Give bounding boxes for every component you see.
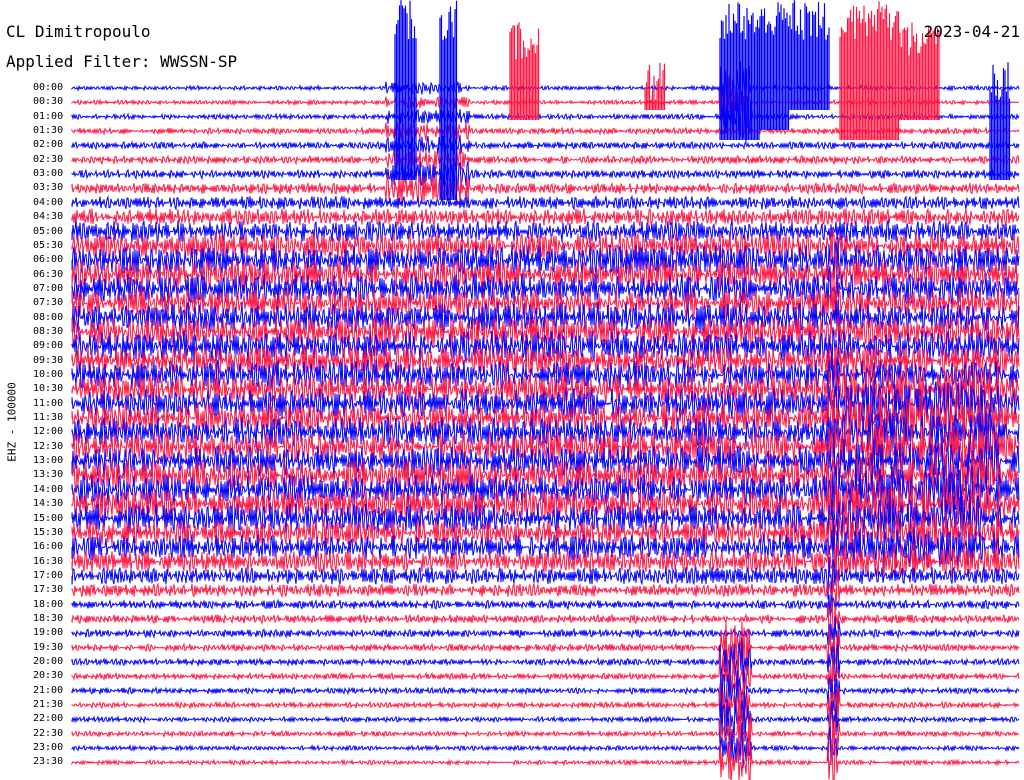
trace-2030 — [71, 650, 1020, 704]
tick-label-1100: 11:00 — [33, 397, 64, 409]
tick-label-1430: 14:30 — [33, 498, 64, 510]
tick-label-1300: 13:00 — [33, 455, 64, 467]
tick-label-1730: 17:30 — [33, 584, 64, 596]
tick-label-1630: 16:30 — [33, 555, 64, 567]
tick-label-0030: 00:30 — [33, 96, 64, 108]
tick-label-1830: 18:30 — [33, 612, 64, 624]
tick-label-0700: 07:00 — [33, 282, 64, 294]
tick-label-0530: 05:30 — [33, 239, 64, 251]
tick-label-1030: 10:30 — [33, 383, 64, 395]
tick-label-0400: 04:00 — [33, 196, 64, 208]
tick-label-0730: 07:30 — [33, 297, 64, 309]
tick-label-1530: 15:30 — [33, 526, 64, 538]
tick-label-2200: 22:00 — [33, 713, 64, 725]
tick-label-0100: 01:00 — [33, 110, 64, 122]
tick-label-1330: 13:30 — [33, 469, 64, 481]
tick-label-1930: 19:30 — [33, 641, 64, 653]
trace-1800 — [71, 594, 1020, 618]
tick-label-1400: 14:00 — [33, 483, 64, 495]
tick-label-1230: 12:30 — [33, 440, 64, 452]
event-spike-6 — [759, 2, 790, 130]
event-spike-3 — [509, 22, 540, 120]
trace-2230 — [71, 706, 1020, 760]
tick-label-0130: 01:30 — [33, 125, 64, 137]
trace-0430 — [71, 207, 1020, 227]
station-title: CL Dimitropoulo — [6, 22, 151, 41]
tick-label-0500: 05:00 — [33, 225, 64, 237]
trace-2330 — [71, 734, 1020, 780]
trace-0400 — [71, 194, 1020, 212]
tick-label-0900: 09:00 — [33, 340, 64, 352]
tick-label-2030: 20:30 — [33, 670, 64, 682]
tick-label-0630: 06:30 — [33, 268, 64, 280]
tick-label-0930: 09:30 — [33, 354, 64, 366]
tick-label-0230: 02:30 — [33, 153, 64, 165]
tick-label-0430: 04:30 — [33, 211, 64, 223]
tick-label-0200: 02:00 — [33, 139, 64, 151]
tick-label-1600: 16:00 — [33, 541, 64, 553]
event-spike-1 — [394, 0, 417, 180]
helicorder-plot — [71, 0, 1020, 780]
tick-label-2130: 21:30 — [33, 699, 64, 711]
trace-2100 — [71, 664, 1020, 719]
tick-label-1000: 10:00 — [33, 369, 64, 380]
tick-label-2100: 21:00 — [33, 684, 64, 696]
tick-label-0300: 03:00 — [33, 168, 64, 180]
tick-label-1700: 17:00 — [33, 569, 64, 581]
tick-label-0800: 08:00 — [33, 311, 64, 323]
tick-label-0830: 08:30 — [33, 325, 64, 337]
tick-label-1200: 12:00 — [33, 426, 64, 438]
event-spike-10 — [989, 62, 1011, 180]
trace-0300 — [71, 160, 1020, 187]
tick-label-2300: 23:00 — [33, 742, 64, 754]
tick-label-0000: 00:00 — [33, 82, 64, 93]
event-spike-5 — [719, 2, 760, 140]
tick-label-2330: 23:30 — [33, 756, 64, 768]
y-axis-label: EHZ - 100000 — [5, 382, 19, 462]
tick-label-0600: 06:00 — [33, 254, 64, 266]
tick-label-0330: 03:30 — [33, 182, 64, 194]
trace-2200 — [71, 691, 1020, 745]
date-label: 2023-04-21 — [923, 22, 1020, 41]
event-spike-7 — [789, 0, 830, 110]
trace-0230 — [71, 148, 1020, 172]
tick-label-2000: 20:00 — [33, 656, 64, 667]
trace-1830 — [71, 600, 1020, 636]
tick-label-2230: 22:30 — [33, 727, 64, 739]
tick-label-1800: 18:00 — [33, 598, 64, 610]
filter-subtitle: Applied Filter: WWSSN-SP — [6, 52, 238, 71]
tick-label-1500: 15:00 — [33, 512, 64, 524]
trace-1930 — [71, 619, 1020, 676]
tick-label-1130: 11:30 — [33, 412, 64, 424]
tick-label-1900: 19:00 — [33, 627, 64, 639]
